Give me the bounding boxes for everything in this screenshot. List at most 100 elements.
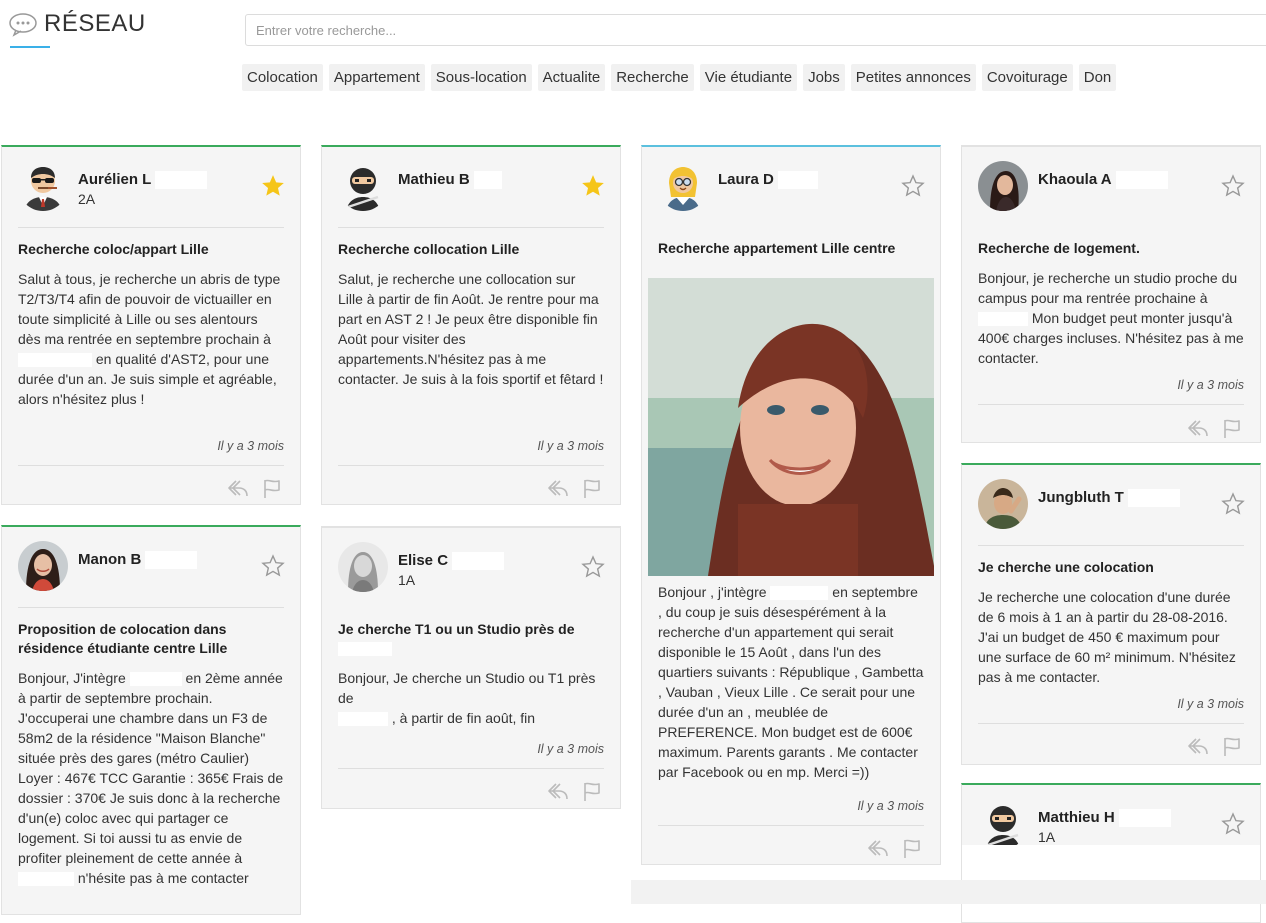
redaction [338,642,392,657]
post-title: Recherche de logement. [978,240,1140,256]
author-name[interactable]: Aurélien L [78,171,208,190]
post-card[interactable]: Elise C 1A Je cherche T1 ou un Studio pr… [321,526,621,809]
reply-icon[interactable] [226,477,250,499]
author-name[interactable]: Manon B [78,551,198,570]
flag-icon[interactable] [1220,735,1244,757]
ninja-avatar-icon[interactable] [978,799,1028,849]
reply-icon[interactable] [1186,735,1210,757]
post-card[interactable]: Aurélien L 2A Recherche coloc/appart Lil… [1,145,301,505]
post-title: Je cherche une colocation [978,559,1154,575]
post-body: Bonjour, J'intègre en 2ème année à parti… [18,670,284,887]
title-underline [10,46,50,48]
post-body: Bonjour , j'intègre en septembre , du co… [658,584,924,780]
tag-vie-etudiante[interactable]: Vie étudiante [699,64,798,91]
flag-icon[interactable] [580,780,604,802]
reply-icon[interactable] [866,837,890,859]
post-body: Bonjour, je recherche un studio proche d… [978,270,1244,366]
redaction [1115,171,1168,190]
ninja-avatar-icon[interactable] [338,161,388,211]
post-time: Il y a 3 mois [217,439,284,453]
divider [18,227,284,228]
page-title: RÉSEAU [44,10,146,37]
divider [338,768,604,769]
loading-strip [631,880,1266,904]
star-icon[interactable] [1220,173,1246,199]
post-card[interactable]: Laura D Recherche appartement Lille cent… [641,145,941,865]
author-level: 2A [78,191,96,207]
blonde-avatar-icon[interactable] [658,161,708,211]
post-time: Il y a 3 mois [1177,378,1244,392]
category-tags: Colocation Appartement Sous-location Act… [242,64,1117,91]
tag-petites-annonces[interactable]: Petites annonces [850,64,976,91]
chat-bubble-icon [8,11,38,37]
redaction [338,712,388,727]
post-time: Il y a 3 mois [1177,697,1244,711]
post-time: Il y a 3 mois [537,439,604,453]
post-card[interactable]: Manon B Proposition de colocation dans r… [1,525,301,915]
post-body: Salut à tous, je recherche un abris de t… [18,271,281,407]
post-time: Il y a 3 mois [857,799,924,813]
user-photo-avatar[interactable] [18,541,68,591]
star-icon[interactable] [1220,491,1246,517]
author-name[interactable]: Jungbluth T [1038,489,1180,508]
star-icon[interactable] [580,554,606,580]
star-icon[interactable] [1220,811,1246,837]
flag-icon[interactable] [900,837,924,859]
tag-colocation[interactable]: Colocation [242,64,323,91]
search-input[interactable] [245,14,1266,46]
divider [338,227,604,228]
flag-icon[interactable] [1220,417,1244,439]
post-card[interactable]: Jungbluth T Je cherche une colocation Je… [961,463,1261,765]
post-card[interactable]: Khaoula A Recherche de logement. Bonjour… [961,145,1261,443]
post-time: Il y a 3 mois [537,742,604,756]
author-name[interactable]: Elise C [398,552,505,571]
tag-actualite[interactable]: Actualite [537,64,606,91]
user-photo-avatar[interactable] [978,479,1028,529]
post-title: Je cherche T1 ou un Studio près de [338,620,604,658]
redaction [1118,809,1171,828]
flag-icon[interactable] [260,477,284,499]
brand[interactable]: RÉSEAU [8,10,145,48]
author-name[interactable]: Matthieu H [1038,809,1171,828]
post-photo[interactable] [648,278,934,576]
tag-sous-location[interactable]: Sous-location [430,64,532,91]
post-body: Je recherche une colocation d'une durée … [978,589,1236,685]
divider [978,404,1244,405]
redaction [777,171,818,190]
post-title: Proposition de colocation dans résidence… [18,621,228,656]
tag-recherche[interactable]: Recherche [611,64,694,91]
cool-guy-avatar-icon[interactable] [18,161,68,211]
redaction [129,672,182,687]
divider [338,465,604,466]
star-icon[interactable] [260,173,286,199]
user-photo-avatar[interactable] [338,542,388,592]
redaction [452,552,505,571]
post-body: Salut, je recherche une collocation sur … [338,271,604,387]
user-photo-avatar[interactable] [978,161,1028,211]
redaction [1127,489,1180,508]
star-icon[interactable] [900,173,926,199]
author-name[interactable]: Khaoula A [1038,171,1168,190]
post-title: Recherche collocation Lille [338,241,520,257]
star-icon[interactable] [260,553,286,579]
reply-icon[interactable] [546,780,570,802]
post-body: Bonjour, Je cherche un Studio ou T1 près… [338,670,596,727]
author-name[interactable]: Mathieu B [398,171,502,190]
redaction [18,353,92,368]
author-name[interactable]: Laura D [718,171,818,190]
tag-jobs[interactable]: Jobs [803,64,845,91]
tag-don[interactable]: Don [1078,64,1117,91]
post-card[interactable]: Mathieu B Recherche collocation Lille Sa… [321,145,621,505]
reply-icon[interactable] [1186,417,1210,439]
tag-appartement[interactable]: Appartement [328,64,425,91]
tag-covoiturage[interactable]: Covoiturage [981,64,1073,91]
post-title: Recherche coloc/appart Lille [18,241,209,257]
author-level: 1A [1038,829,1056,845]
divider [978,545,1244,546]
star-icon[interactable] [580,173,606,199]
reply-icon[interactable] [546,477,570,499]
divider [658,825,924,826]
divider [978,723,1244,724]
flag-icon[interactable] [580,477,604,499]
divider [18,465,284,466]
